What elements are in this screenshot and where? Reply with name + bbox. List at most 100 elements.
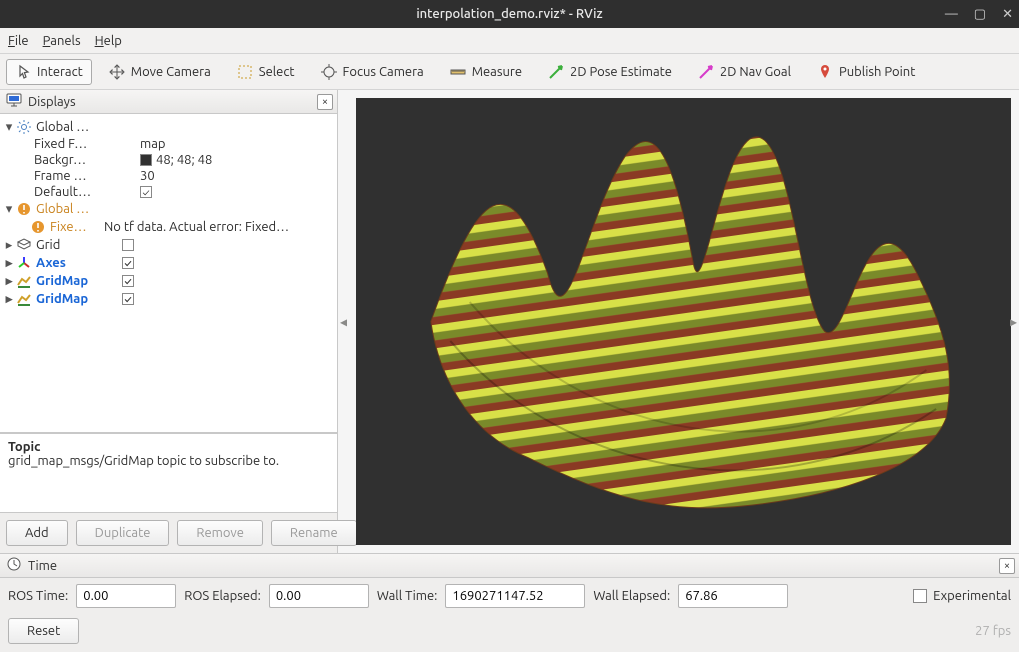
clock-icon [6, 556, 22, 575]
displays-header[interactable]: Displays × [0, 90, 337, 114]
display-buttons: Add Duplicate Remove Rename [0, 513, 337, 553]
toolbar: Interact Move Camera Select Focus Camera… [0, 54, 1019, 90]
window-controls: — ▢ ✕ [945, 7, 1013, 22]
tree-background-color[interactable]: Backgr… 48; 48; 48 [0, 152, 337, 168]
tree-global-status[interactable]: ▾ Global … [0, 200, 337, 218]
tool-nav-goal-label: 2D Nav Goal [720, 65, 791, 79]
panel-handle-left-icon[interactable]: ◂ [340, 313, 347, 330]
experimental-toggle[interactable]: Experimental [913, 589, 1011, 603]
warn-icon [16, 201, 32, 217]
expand-icon[interactable]: ▸ [2, 256, 16, 271]
experimental-label: Experimental [933, 589, 1011, 603]
pin-icon [817, 64, 833, 80]
checkbox[interactable] [122, 239, 134, 251]
expand-icon[interactable]: ▸ [2, 292, 16, 307]
panel-handle-right-icon[interactable]: ▸ [1010, 313, 1017, 330]
ros-elapsed-input[interactable] [269, 584, 369, 608]
wall-time-label: Wall Time: [377, 589, 438, 603]
wall-time-input[interactable] [445, 584, 585, 608]
reset-button[interactable]: Reset [8, 618, 79, 644]
time-panel: Time × ROS Time: ROS Elapsed: Wall Time:… [0, 553, 1019, 652]
duplicate-button[interactable]: Duplicate [76, 520, 170, 546]
time-close-icon[interactable]: × [999, 558, 1015, 574]
tree-gridmap-1[interactable]: ▸ GridMap ✓ [0, 272, 337, 290]
tool-measure-label: Measure [472, 65, 522, 79]
move-icon [109, 64, 125, 80]
checkbox[interactable]: ✓ [122, 293, 134, 305]
displays-close-icon[interactable]: × [317, 94, 333, 110]
tree-grid[interactable]: ▸ Grid [0, 236, 337, 254]
checkbox[interactable]: ✓ [122, 275, 134, 287]
tool-pose-estimate[interactable]: 2D Pose Estimate [539, 59, 681, 85]
checkbox[interactable] [913, 589, 927, 603]
grid-icon [16, 237, 32, 253]
description-title: Topic [8, 440, 329, 454]
arrow-green-icon [548, 64, 564, 80]
tool-interact-label: Interact [37, 65, 83, 79]
toolbar-right [993, 65, 1013, 79]
monitor-icon [6, 92, 22, 111]
gridmap-icon [16, 291, 32, 307]
select-icon [237, 64, 253, 80]
tool-focus-camera[interactable]: Focus Camera [312, 59, 433, 85]
tool-publish-point[interactable]: Publish Point [808, 59, 924, 85]
viewport-3d[interactable] [356, 98, 1011, 545]
ros-elapsed-label: ROS Elapsed: [184, 589, 261, 603]
tree-global-options[interactable]: ▾ Global … [0, 118, 337, 136]
time-title: Time [28, 559, 57, 573]
displays-panel: Displays × ▾ Global … Fixed F… map Backg… [0, 90, 338, 553]
tool-pose-estimate-label: 2D Pose Estimate [570, 65, 672, 79]
fps-label: 27 fps [975, 624, 1011, 638]
description-pane: Topic grid_map_msgs/GridMap topic to sub… [0, 433, 337, 513]
expand-icon[interactable]: ▸ [2, 274, 16, 289]
tree-gridmap-2[interactable]: ▸ GridMap ✓ [0, 290, 337, 308]
gridmap-icon [16, 273, 32, 289]
minimize-icon[interactable]: — [945, 7, 958, 22]
tool-publish-point-label: Publish Point [839, 65, 915, 79]
pointer-icon [15, 64, 31, 80]
menu-help[interactable]: Help [95, 34, 122, 48]
menu-file[interactable]: File [8, 34, 29, 48]
tool-nav-goal[interactable]: 2D Nav Goal [689, 59, 800, 85]
tree-fixed-frame[interactable]: Fixed F… map [0, 136, 337, 152]
close-icon[interactable]: ✕ [1002, 7, 1013, 22]
tool-interact[interactable]: Interact [6, 59, 92, 85]
tool-move-camera-label: Move Camera [131, 65, 211, 79]
menu-bar: File Panels Help [0, 28, 1019, 54]
description-body: grid_map_msgs/GridMap topic to subscribe… [8, 454, 329, 468]
expand-icon[interactable]: ▸ [2, 238, 16, 253]
wall-elapsed-label: Wall Elapsed: [593, 589, 670, 603]
axes-icon [16, 255, 32, 271]
window-title: interpolation_demo.rviz* - RViz [416, 7, 602, 21]
tree-axes[interactable]: ▸ Axes ✓ [0, 254, 337, 272]
displays-title: Displays [28, 95, 76, 109]
warn-icon [30, 219, 46, 235]
checkbox[interactable]: ✓ [140, 186, 152, 198]
tree-default-light[interactable]: Default… ✓ [0, 184, 337, 200]
ruler-icon [450, 64, 466, 80]
color-chip[interactable] [140, 154, 152, 166]
viewport-area: ◂ [338, 90, 1019, 553]
tool-select-label: Select [259, 65, 295, 79]
menu-panels[interactable]: Panels [43, 34, 81, 48]
time-header[interactable]: Time × [0, 554, 1019, 578]
title-bar: interpolation_demo.rviz* - RViz — ▢ ✕ [0, 0, 1019, 28]
tree-frame-rate[interactable]: Frame … 30 [0, 168, 337, 184]
focus-icon [321, 64, 337, 80]
checkbox[interactable]: ✓ [122, 257, 134, 269]
tool-move-camera[interactable]: Move Camera [100, 59, 220, 85]
tool-select[interactable]: Select [228, 59, 304, 85]
add-button[interactable]: Add [6, 520, 68, 546]
maximize-icon[interactable]: ▢ [974, 7, 986, 22]
ros-time-input[interactable] [76, 584, 176, 608]
wall-elapsed-input[interactable] [678, 584, 788, 608]
displays-tree[interactable]: ▾ Global … Fixed F… map Backgr… 48; 48; … [0, 114, 337, 433]
collapse-icon[interactable]: ▾ [2, 202, 16, 217]
remove-button[interactable]: Remove [177, 520, 263, 546]
tool-focus-camera-label: Focus Camera [343, 65, 424, 79]
collapse-icon[interactable]: ▾ [2, 120, 16, 135]
gridmap-surface [356, 98, 1011, 545]
tree-fixed-status[interactable]: Fixe… No tf data. Actual error: Fixed… [0, 218, 337, 236]
tool-measure[interactable]: Measure [441, 59, 531, 85]
ros-time-label: ROS Time: [8, 589, 68, 603]
